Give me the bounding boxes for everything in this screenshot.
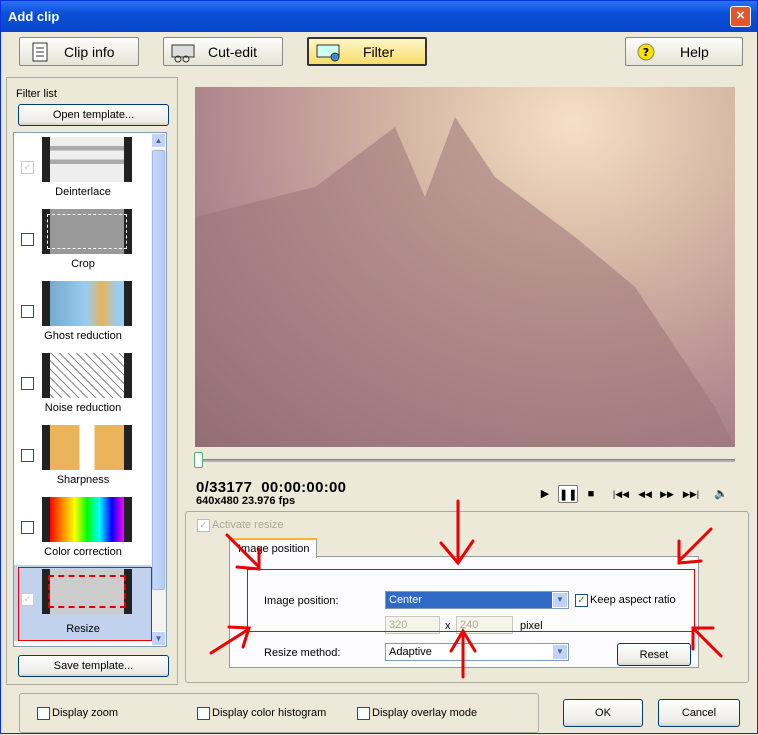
annotation-arrows — [209, 499, 723, 679]
cancel-button[interactable]: Cancel — [658, 699, 740, 727]
display-overlay-checkbox[interactable] — [357, 707, 370, 720]
display-histogram-checkbox[interactable] — [197, 707, 210, 720]
ok-button[interactable]: OK — [563, 699, 643, 727]
display-zoom-checkbox[interactable] — [37, 707, 50, 720]
display-zoom-label: Display zoom — [52, 707, 119, 719]
display-histogram-label: Display color histogram — [212, 707, 327, 719]
add-clip-dialog: Add clip × Clip info Cut-edit Filter ? H… — [0, 0, 758, 734]
display-overlay-label: Display overlay mode — [372, 707, 478, 719]
